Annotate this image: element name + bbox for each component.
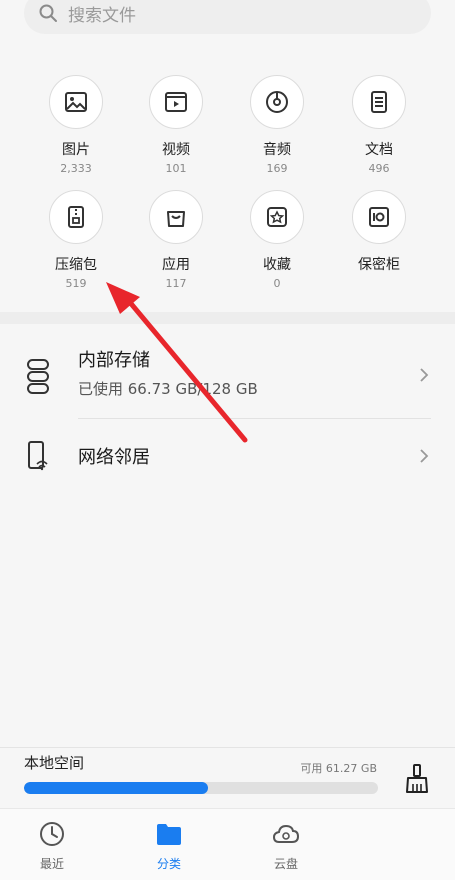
category-label: 文档 <box>365 142 393 158</box>
row-divider <box>78 418 431 419</box>
available-space: 可用 61.27 GB <box>300 762 377 775</box>
bottom-tab-bar: 最近 分类 云盘 <box>0 808 455 880</box>
category-count: 519 <box>65 277 87 290</box>
location-usage: 已使用 66.73 GB/128 GB <box>78 380 258 398</box>
category-label: 收藏 <box>263 257 291 273</box>
category-favorites[interactable]: 收藏 0 <box>222 190 332 290</box>
storage-icon <box>27 359 49 394</box>
chevron-right-icon <box>420 368 429 382</box>
category-label: 压缩包 <box>55 257 97 273</box>
safe-icon <box>369 207 389 227</box>
clock-icon <box>40 822 64 846</box>
local-space-title: 本地空间 <box>24 754 85 772</box>
tab-categories[interactable]: 分类 <box>139 819 199 872</box>
category-safe[interactable]: 保密柜 <box>324 190 434 277</box>
storage-divider <box>0 747 455 748</box>
location-network-neighborhood[interactable]: 网络邻居 <box>0 436 455 476</box>
category-videos[interactable]: 视频 101 <box>121 75 231 175</box>
chevron-right-icon <box>420 449 429 463</box>
location-title: 网络邻居 <box>78 447 150 468</box>
category-count: 0 <box>273 277 281 290</box>
document-icon <box>371 91 387 113</box>
storage-progress-fill <box>24 782 209 794</box>
archive-icon <box>68 206 84 228</box>
category-documents[interactable]: 文档 496 <box>324 75 434 175</box>
location-internal-storage[interactable]: 内部存储 已使用 66.73 GB/128 GB <box>0 346 455 406</box>
category-count: 2,333 <box>60 162 92 175</box>
local-space-panel: 本地空间 可用 61.27 GB <box>24 752 431 794</box>
app-icon <box>167 211 185 227</box>
category-apps[interactable]: 应用 117 <box>121 190 231 290</box>
category-count: 101 <box>165 162 187 175</box>
category-count: 496 <box>368 162 390 175</box>
category-archives[interactable]: 压缩包 519 <box>21 190 131 290</box>
video-icon <box>165 92 187 112</box>
category-count: 169 <box>266 162 288 175</box>
network-device-icon <box>28 441 48 471</box>
tab-recent[interactable]: 最近 <box>22 819 82 872</box>
audio-icon <box>266 91 288 113</box>
search-icon <box>39 4 57 22</box>
category-label: 应用 <box>162 257 190 273</box>
category-images[interactable]: 图片 2,333 <box>21 75 131 175</box>
cloud-icon <box>272 824 300 843</box>
tab-cloud[interactable]: 云盘 <box>256 819 316 872</box>
category-label: 音频 <box>263 142 291 158</box>
tab-label: 分类 <box>156 857 181 871</box>
tab-label: 最近 <box>39 857 64 871</box>
category-count: 117 <box>165 277 187 290</box>
cleanup-brush-icon[interactable] <box>403 764 431 794</box>
category-audio[interactable]: 音频 169 <box>222 75 332 175</box>
category-label: 视频 <box>162 142 190 158</box>
folder-icon <box>157 824 181 845</box>
search-input[interactable]: 搜索文件 <box>68 1 136 26</box>
image-icon <box>65 92 87 112</box>
tab-label: 云盘 <box>273 857 298 871</box>
location-title: 内部存储 <box>78 350 150 371</box>
storage-progress-bar <box>24 782 378 794</box>
category-label: 图片 <box>62 142 90 158</box>
category-label: 保密柜 <box>358 257 400 273</box>
favorite-icon <box>267 207 287 227</box>
search-bar[interactable]: 搜索文件 <box>24 0 431 34</box>
section-divider <box>0 312 455 324</box>
